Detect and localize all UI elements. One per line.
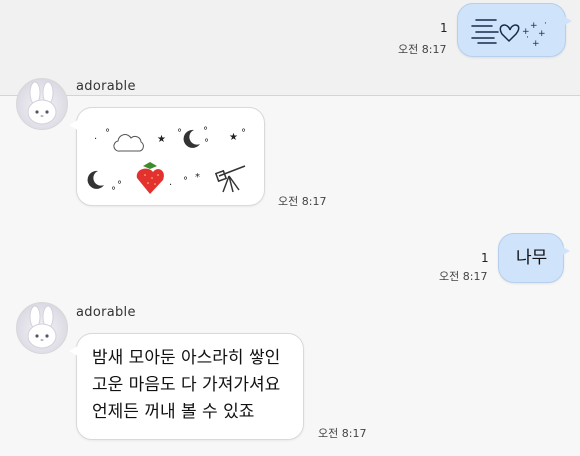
outgoing-message-bubble[interactable]: 나무	[498, 233, 570, 283]
svg-text:+: +	[538, 29, 546, 39]
message-time: 오전 8:17	[398, 43, 447, 56]
unread-count: 1	[440, 21, 448, 35]
svg-text:°: °	[111, 186, 116, 197]
bunny-icon	[27, 305, 57, 349]
svg-text:°: °	[105, 128, 110, 139]
incoming-message-bubble[interactable]: 밤새 모아둔 아스라히 쌓인 고운 마음도 다 가져가셔요 언제든 꺼내 볼 수…	[69, 333, 304, 440]
avatar[interactable]	[16, 302, 68, 354]
sender-name: adorable	[76, 305, 136, 320]
message-line: 밤새 모아둔 아스라히 쌓인	[92, 348, 281, 368]
svg-text:°: °	[241, 128, 246, 139]
svg-text:·: ·	[544, 19, 547, 29]
message-time: 오전 8:17	[439, 270, 488, 283]
sparkle-heart-icon: + + + · + ·	[471, 19, 547, 49]
night-sky-emoticons-icon: · ° ★ ° ° ° ★ ° ° ° · ° *	[87, 126, 246, 197]
outgoing-sticker-bubble[interactable]: + + + · + ·	[457, 3, 572, 57]
message-line: 언제든 꺼내 볼 수 있죠	[92, 402, 255, 422]
svg-text:°: °	[177, 128, 182, 139]
bunny-icon	[27, 81, 57, 125]
svg-text:°: °	[203, 126, 208, 137]
svg-text:°: °	[183, 176, 188, 187]
sender-name: adorable	[76, 79, 136, 94]
svg-text:*: *	[195, 172, 200, 183]
svg-text:·: ·	[526, 33, 529, 43]
svg-text:°: °	[204, 138, 209, 149]
unread-count: 1	[481, 251, 489, 265]
message-time: 오전 8:17	[278, 195, 327, 208]
avatar[interactable]	[16, 78, 68, 130]
svg-text:★: ★	[229, 132, 238, 143]
svg-text:★: ★	[157, 134, 166, 145]
message-text: 나무	[516, 248, 548, 268]
svg-text:·: ·	[169, 180, 172, 191]
svg-text:+: +	[530, 21, 538, 31]
message-time: 오전 8:17	[318, 427, 367, 440]
svg-text:°: °	[117, 180, 122, 191]
svg-text:+: +	[532, 39, 540, 49]
svg-text:·: ·	[94, 134, 97, 145]
message-line: 고운 마음도 다 가져가셔요	[92, 375, 281, 395]
incoming-emoticon-bubble[interactable]: · ° ★ ° ° ° ★ ° ° ° · ° *	[69, 107, 265, 206]
